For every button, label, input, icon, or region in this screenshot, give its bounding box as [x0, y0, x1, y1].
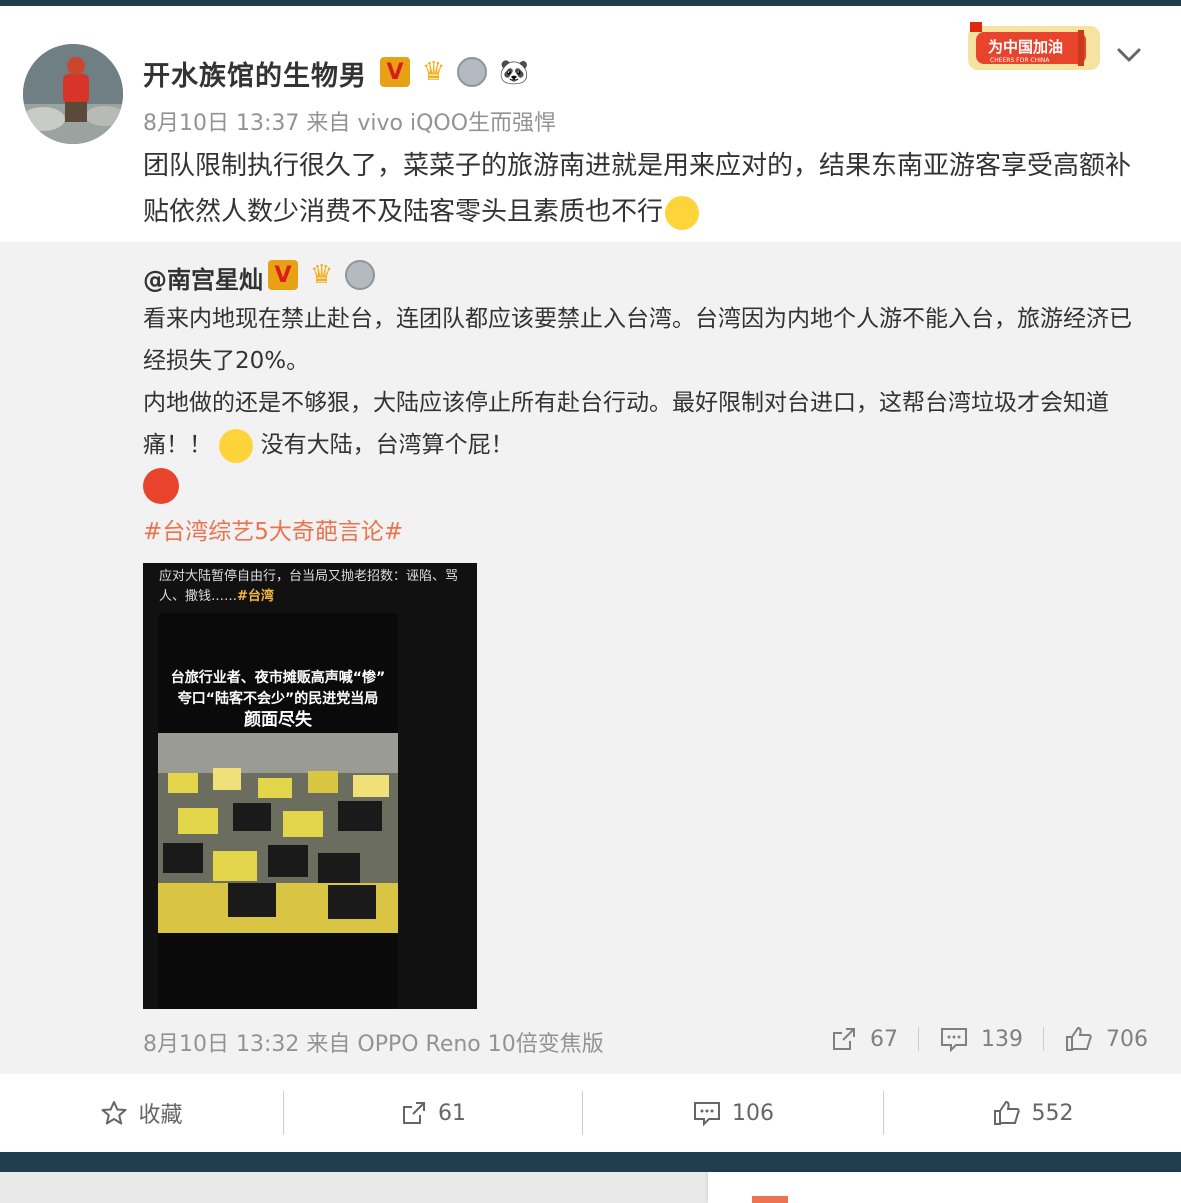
cheers-for-china-badge: 为中国加油 CHEERS FOR CHINA [966, 20, 1102, 76]
quote-like-count: 706 [1106, 1026, 1148, 1052]
post-text-body: 团队限制执行很久了，菜菜子的旅游南进就是用来应对的，结果东南亚游客享受高额补贴依… [143, 151, 1132, 227]
post-meta: 8月10日 13:37 来自 vivo iQOO生而强悍 [143, 111, 557, 136]
cheer-sub: CHEERS FOR CHINA [990, 57, 1050, 64]
favorite-button[interactable]: 收藏 [0, 1074, 283, 1152]
top-bar [0, 0, 1181, 6]
vip-crown-icon: ♛ [422, 57, 446, 87]
comment-icon [941, 1028, 967, 1053]
comment-icon [694, 1102, 720, 1127]
cheer-label: 为中国加油 [988, 38, 1063, 56]
repost-icon [403, 1102, 425, 1124]
quote-author[interactable]: @南宫星灿 [143, 260, 263, 295]
hashtag-link[interactable]: #台湾综艺5大奇葩言论# [143, 512, 403, 546]
quote-comment-count: 139 [981, 1026, 1023, 1052]
like-count: 552 [1031, 1100, 1074, 1126]
action-bar: 收藏 61 106 552 [0, 1074, 1181, 1152]
post-text: 团队限制执行很久了，菜菜子的旅游南进就是用来应对的，结果东南亚游客享受高额补贴依… [143, 143, 1143, 235]
image-headline: 台旅行业者、夜市摊贩高声喊“惨” 夸口“陆客不会少”的民进党当局 颜面尽失 [158, 668, 398, 731]
bottom-bar [0, 1152, 1181, 1172]
quote-line-2b: 没有大陆，台湾算个屁！ [260, 432, 514, 458]
quote-author-badges: V ♛ [268, 260, 376, 290]
verified-v-icon: V [380, 57, 410, 87]
quote-like-button[interactable]: 706 [1064, 1025, 1148, 1053]
comment-button[interactable]: 106 [583, 1074, 883, 1152]
thumbs-up-icon [993, 1100, 1020, 1125]
repost-icon [833, 1028, 855, 1050]
comment-count: 106 [732, 1100, 774, 1126]
medal-icon [345, 260, 376, 290]
quote-repost-count: 67 [870, 1026, 898, 1052]
protest-photo [158, 733, 398, 933]
quote-line-2: 内地做的还是不够狠，大陆应该停止所有赴台行动。最好限制对台进口，这帮台湾垃圾才会… [143, 382, 1143, 466]
image-headline-1: 台旅行业者、夜市摊贩高声喊“惨” [170, 670, 386, 686]
author-badges: V ♛ 🐼 [380, 56, 529, 88]
quote-meta: 8月10日 13:32 来自 OPPO Reno 10倍变焦版 [143, 1032, 604, 1057]
crying-laughing-emoji-icon [665, 195, 700, 230]
quote-comment-button[interactable]: 139 [939, 1025, 1023, 1053]
author-name[interactable]: 开水族馆的生物男 [143, 54, 367, 93]
quote-text: 看来内地现在禁止赴台，连团队都应该要禁止入台湾。台湾因为内地个人游不能入台，旅游… [143, 298, 1143, 466]
image-headline-2: 夸口“陆客不会少”的民进党当局 [177, 691, 379, 707]
avatar[interactable] [23, 44, 123, 144]
next-post-accent [752, 1196, 788, 1203]
quote-stats: 67 139 706 [830, 1025, 1148, 1053]
post-image[interactable]: 应对大陆暂停自由行，台当局又抛老招数：诬陷、骂人、撒钱……#台湾 台旅行业者、夜… [143, 563, 477, 1009]
image-caption: 应对大陆暂停自由行，台当局又抛老招数：诬陷、骂人、撒钱……#台湾 [159, 567, 459, 607]
medal-icon [457, 57, 488, 87]
thumbs-up-icon [1066, 1026, 1092, 1051]
divider [1043, 1027, 1044, 1051]
divider [918, 1027, 919, 1051]
panda-icon: 🐼 [499, 58, 530, 86]
angry-emoji-icon [143, 468, 179, 504]
image-caption-tag: #台湾 [237, 589, 274, 604]
vip-crown-icon: ♛ [310, 260, 334, 290]
repost-button[interactable]: 61 [284, 1074, 582, 1152]
quote-line-1: 看来内地现在禁止赴台，连团队都应该要禁止入台湾。台湾因为内地个人游不能入台，旅游… [143, 306, 1132, 374]
favorite-label: 收藏 [138, 1103, 183, 1128]
image-headline-3: 颜面尽失 [244, 710, 312, 730]
like-button[interactable]: 552 [884, 1074, 1181, 1152]
chevron-down-icon[interactable] [1114, 40, 1144, 70]
star-icon [101, 1101, 127, 1125]
image-caption-text: 应对大陆暂停自由行，台当局又抛老招数：诬陷、骂人、撒钱…… [159, 569, 459, 604]
image-frame: 台旅行业者、夜市摊贩高声喊“惨” 夸口“陆客不会少”的民进党当局 颜面尽失 [158, 613, 398, 1009]
quote-repost-button[interactable]: 67 [830, 1025, 898, 1053]
repost-count: 61 [438, 1100, 466, 1126]
thinking-emoji-icon [219, 428, 254, 463]
verified-v-icon: V [268, 260, 298, 290]
